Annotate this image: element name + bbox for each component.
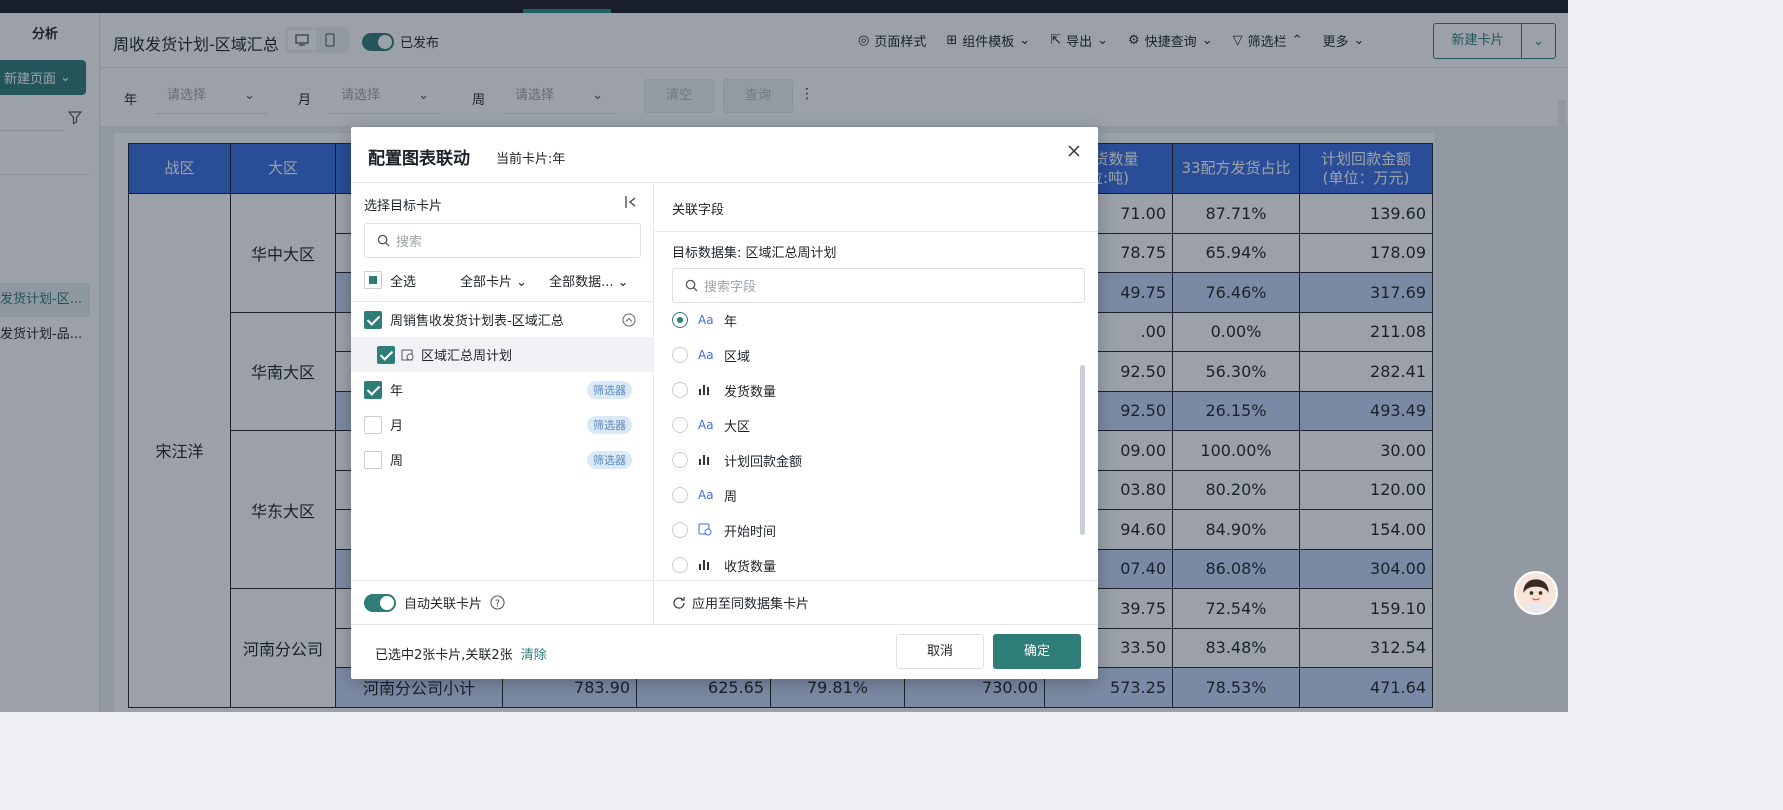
field-radio[interactable]	[672, 557, 688, 573]
text-field-icon: Aa	[698, 348, 714, 362]
text-field-icon: Aa	[698, 488, 714, 502]
bar-chart-icon	[698, 383, 716, 398]
field-radio[interactable]	[672, 417, 688, 433]
clear-link[interactable]: 清除	[521, 648, 547, 663]
all-cards-label: 全部卡片	[460, 274, 513, 290]
field-radio[interactable]	[672, 312, 688, 328]
pane-divider	[655, 231, 1098, 232]
card-search-input[interactable]: 搜索	[364, 223, 641, 258]
card-label: 年	[390, 384, 404, 399]
auto-link-row: 自动关联卡片 ?	[351, 580, 654, 624]
dataset-label: 区域汇总周计划	[421, 349, 513, 364]
target-card-pane: 选择目标卡片 搜索 全选 全部卡片 ⌄ 全部数据... ⌄ 周销售收发货计划表-…	[351, 183, 654, 624]
field-radio[interactable]	[672, 487, 688, 503]
assistant-avatar[interactable]	[1514, 571, 1558, 615]
chevron-down-icon: ⌄	[617, 274, 629, 290]
target-card-title: 选择目标卡片	[364, 199, 443, 214]
field-radio[interactable]	[672, 452, 688, 468]
link-field-title: 关联字段	[672, 203, 725, 218]
confirm-button[interactable]: 确定	[993, 634, 1081, 669]
filter-tag: 筛选器	[587, 380, 632, 399]
field-label: 年	[724, 314, 738, 330]
select-all-label[interactable]: 全选	[390, 271, 416, 290]
dialog-title: 配置图表联动	[368, 149, 470, 169]
select-all-checkbox[interactable]	[364, 271, 382, 289]
apply-same-label: 应用至同数据集卡片	[692, 597, 810, 612]
current-card-label: 当前卡片:年	[496, 152, 566, 167]
text-field-icon: Aa	[698, 313, 714, 327]
select-all-row: 全选 全部卡片 ⌄ 全部数据... ⌄	[364, 270, 644, 290]
all-data-label: 全部数据...	[549, 274, 614, 290]
field-row[interactable]: 开始时间	[672, 519, 1052, 541]
card-row[interactable]: 年 筛选器	[351, 372, 654, 407]
collapse-circle-icon[interactable]	[622, 313, 636, 327]
refresh-icon	[673, 596, 685, 609]
help-icon[interactable]: ?	[490, 595, 505, 610]
field-radio[interactable]	[672, 382, 688, 398]
date-icon	[698, 522, 716, 539]
field-row[interactable]: Aa 周	[672, 484, 1052, 506]
dialog-header: 配置图表联动 当前卡片:年	[351, 127, 1098, 183]
cancel-button[interactable]: 取消	[896, 634, 984, 669]
bar-chart-icon	[698, 558, 716, 573]
card-group-label: 周销售收发货计划表-区域汇总	[390, 314, 564, 329]
group-checkbox[interactable]	[364, 310, 382, 329]
link-field-pane: 关联字段 目标数据集: 区域汇总周计划 搜索字段 Aa 年 Aa 区域发货数量 Aa 大区…	[655, 183, 1098, 624]
field-label: 区域	[724, 349, 751, 365]
field-row[interactable]: 计划回款金额	[672, 449, 1052, 471]
field-label: 开始时间	[724, 524, 777, 540]
chevron-down-icon: ⌄	[516, 274, 528, 290]
selection-info-text: 已选中2张卡片,关联2张	[375, 648, 513, 663]
auto-link-toggle[interactable]	[364, 593, 396, 612]
apply-same-row[interactable]: 应用至同数据集卡片	[655, 580, 1098, 624]
all-cards-dropdown[interactable]: 全部卡片 ⌄	[460, 271, 527, 290]
svg-text:?: ?	[495, 598, 500, 609]
all-data-dropdown[interactable]: 全部数据... ⌄	[549, 271, 628, 290]
search-icon	[685, 279, 698, 292]
field-row[interactable]: Aa 年	[672, 309, 1052, 331]
dialog-footer: 已选中2张卡片,关联2张 清除 取消 确定	[351, 624, 1098, 679]
close-icon[interactable]	[1066, 143, 1082, 159]
card-label: 月	[390, 419, 404, 434]
bar-chart-icon	[698, 453, 716, 468]
target-dataset-label: 目标数据集: 区域汇总周计划	[672, 246, 837, 261]
field-row[interactable]: Aa 区域	[672, 344, 1052, 366]
field-search-placeholder: 搜索字段	[704, 280, 757, 295]
card-checkbox[interactable]	[364, 380, 382, 399]
field-label: 计划回款金额	[724, 454, 803, 470]
dataset-checkbox[interactable]	[377, 345, 395, 364]
field-list-scrollbar[interactable]	[1080, 365, 1085, 535]
filter-tag: 筛选器	[587, 450, 632, 469]
card-row[interactable]: 周 筛选器	[351, 442, 654, 477]
field-row[interactable]: 发货数量	[672, 379, 1052, 401]
field-search-input[interactable]: 搜索字段	[672, 268, 1085, 303]
selection-info: 已选中2张卡片,关联2张 清除	[375, 644, 547, 663]
field-row[interactable]: Aa 大区	[672, 414, 1052, 436]
dataset-icon	[401, 349, 414, 360]
field-label: 发货数量	[724, 384, 777, 400]
text-field-icon: Aa	[698, 418, 714, 432]
chart-link-dialog: 配置图表联动 当前卡片:年 选择目标卡片 搜索 全选 全部卡片 ⌄ 全部数据..…	[351, 127, 1098, 679]
auto-link-label: 自动关联卡片	[404, 597, 483, 612]
card-row[interactable]: 月 筛选器	[351, 407, 654, 442]
field-radio[interactable]	[672, 522, 688, 538]
field-label: 收货数量	[724, 559, 777, 575]
card-label: 周	[390, 454, 404, 469]
collapse-icon[interactable]	[624, 195, 638, 209]
dataset-row[interactable]: 区域汇总周计划	[351, 337, 654, 372]
field-row[interactable]: 收货数量	[672, 554, 1052, 576]
card-checkbox[interactable]	[364, 450, 382, 469]
card-group-row[interactable]: 周销售收发货计划表-区域汇总	[351, 302, 654, 337]
card-checkbox[interactable]	[364, 415, 382, 434]
card-search-placeholder: 搜索	[396, 235, 423, 250]
search-icon	[377, 234, 390, 247]
filter-tag: 筛选器	[587, 415, 632, 434]
field-label: 大区	[724, 419, 751, 435]
field-label: 周	[724, 489, 738, 505]
field-radio[interactable]	[672, 347, 688, 363]
